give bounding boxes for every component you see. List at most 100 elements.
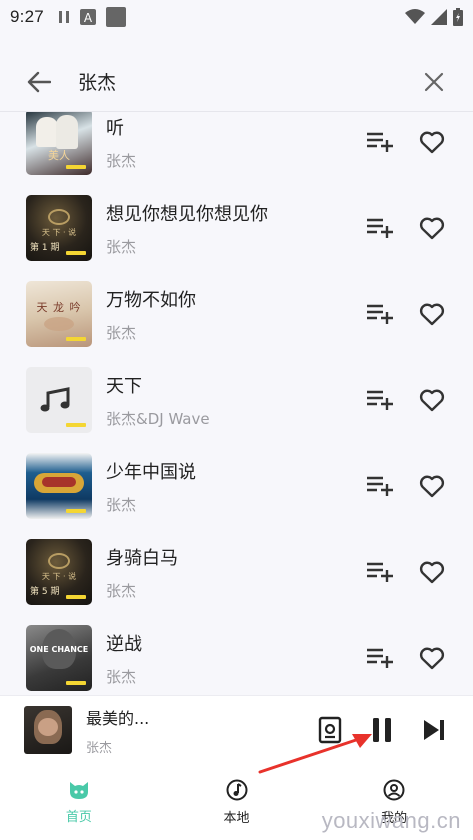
cover-tag — [66, 681, 86, 685]
playlist-add-icon — [367, 218, 393, 238]
song-info: 少年中国说 张杰 — [106, 458, 355, 515]
status-time: 9:27 — [10, 7, 44, 26]
back-button[interactable] — [22, 65, 56, 99]
favorite-button[interactable] — [417, 471, 447, 501]
song-list: 美人 听 张杰 天 下 · 说 第 1 期 想见你想见你想见你 张杰 天 龙 吟… — [0, 112, 473, 696]
add-to-playlist-button[interactable] — [365, 299, 395, 329]
playlist-add-icon — [367, 476, 393, 496]
search-query[interactable]: 张杰 — [78, 68, 417, 95]
watermark: youxiwang.cn — [321, 808, 461, 833]
favorite-button[interactable] — [417, 299, 447, 329]
song-row[interactable]: 天 下 · 说 第 1 期 想见你想见你想见你 张杰 — [0, 185, 473, 271]
song-row[interactable]: 少年中国说 张杰 — [0, 443, 473, 529]
song-cover: 天 下 · 说 第 5 期 — [26, 539, 92, 605]
playlist-button[interactable] — [315, 715, 345, 745]
song-cover — [26, 367, 92, 433]
favorite-button[interactable] — [417, 557, 447, 587]
music-note-circle-icon — [226, 779, 247, 800]
search-header: 张杰 — [0, 52, 473, 112]
pause-button[interactable] — [367, 715, 397, 745]
row-actions — [365, 299, 447, 329]
row-actions — [365, 213, 447, 243]
song-artist: 张杰 — [106, 151, 137, 170]
row-actions — [365, 557, 447, 587]
now-playing-title: 最美的... — [86, 708, 150, 728]
song-info: 想见你想见你想见你 张杰 — [106, 200, 355, 257]
next-button[interactable] — [419, 715, 449, 745]
heart-outline-icon — [419, 647, 445, 670]
cover-tag — [66, 165, 86, 169]
song-info: 身骑白马 张杰 — [106, 544, 355, 601]
pause-icon — [58, 11, 69, 23]
playlist-add-icon — [367, 390, 393, 410]
player-controls — [315, 715, 449, 745]
song-row[interactable]: 美人 听 张杰 — [0, 112, 473, 185]
cover-tag — [66, 251, 86, 255]
status-notification-icons: A — [58, 7, 126, 27]
song-row[interactable]: ONE CHANCE 逆战 张杰 — [0, 615, 473, 696]
song-title: 天下 — [106, 375, 142, 397]
song-artist: 张杰 — [106, 237, 137, 256]
skip-next-icon — [424, 720, 444, 740]
song-row[interactable]: 天 龙 吟 万物不如你 张杰 — [0, 271, 473, 357]
song-cover: 天 下 · 说 第 1 期 — [26, 195, 92, 261]
wifi-icon — [405, 9, 425, 24]
add-to-playlist-button[interactable] — [365, 385, 395, 415]
add-to-playlist-button[interactable] — [365, 471, 395, 501]
clear-search-button[interactable] — [417, 65, 451, 99]
song-artist: 张杰 — [106, 495, 137, 514]
cover-tag — [66, 509, 86, 513]
add-to-playlist-button[interactable] — [365, 213, 395, 243]
playlist-add-icon — [367, 132, 393, 152]
add-to-playlist-button[interactable] — [365, 127, 395, 157]
song-cover: 美人 — [26, 112, 92, 175]
song-title: 想见你想见你想见你 — [106, 203, 268, 225]
song-cover: 天 龙 吟 — [26, 281, 92, 347]
nav-local[interactable]: 本地 — [158, 764, 316, 840]
pause-icon — [373, 718, 391, 742]
font-a-icon: A — [79, 9, 96, 25]
heart-outline-icon — [419, 217, 445, 240]
song-title: 听 — [106, 117, 124, 139]
add-to-playlist-button[interactable] — [365, 643, 395, 673]
close-icon — [424, 72, 444, 91]
now-playing-artist: 张杰 — [86, 740, 113, 756]
status-system-icons — [405, 8, 463, 26]
playlist-add-icon — [367, 648, 393, 668]
cover-text: 天 下 · 说 — [41, 228, 77, 237]
nav-home[interactable]: 首页 — [0, 764, 158, 840]
favorite-button[interactable] — [417, 213, 447, 243]
song-row[interactable]: 天下 张杰&DJ Wave — [0, 357, 473, 443]
song-title: 逆战 — [106, 633, 142, 655]
add-to-playlist-button[interactable] — [365, 557, 395, 587]
cover-text: 天 龙 吟 — [36, 301, 82, 314]
cover-tag — [66, 423, 86, 427]
favorite-button[interactable] — [417, 643, 447, 673]
row-actions — [365, 385, 447, 415]
song-title: 万物不如你 — [106, 289, 196, 311]
playlist-add-icon — [367, 562, 393, 582]
playlist-book-icon — [318, 716, 342, 744]
song-info: 听 张杰 — [106, 114, 355, 171]
favorite-button[interactable] — [417, 127, 447, 157]
mini-player[interactable]: 最美的... 张杰 — [0, 696, 473, 764]
user-circle-icon — [383, 779, 405, 800]
song-artist: 张杰 — [106, 323, 137, 342]
heart-outline-icon — [419, 389, 445, 412]
favorite-button[interactable] — [417, 385, 447, 415]
signal-icon — [431, 9, 447, 25]
nav-home-label: 首页 — [65, 809, 92, 825]
song-cover: ONE CHANCE — [26, 625, 92, 691]
app-square-icon — [105, 7, 126, 27]
heart-outline-icon — [419, 131, 445, 154]
cover-tag — [66, 337, 86, 341]
song-info: 天下 张杰&DJ Wave — [106, 372, 355, 429]
song-title: 身骑白马 — [106, 547, 178, 569]
battery-icon — [453, 8, 463, 26]
song-artist: 张杰 — [106, 667, 137, 686]
song-row[interactable]: 天 下 · 说 第 5 期 身骑白马 张杰 — [0, 529, 473, 615]
arrow-left-icon — [27, 71, 51, 92]
row-actions — [365, 643, 447, 673]
heart-outline-icon — [419, 561, 445, 584]
cover-tag — [66, 595, 86, 599]
